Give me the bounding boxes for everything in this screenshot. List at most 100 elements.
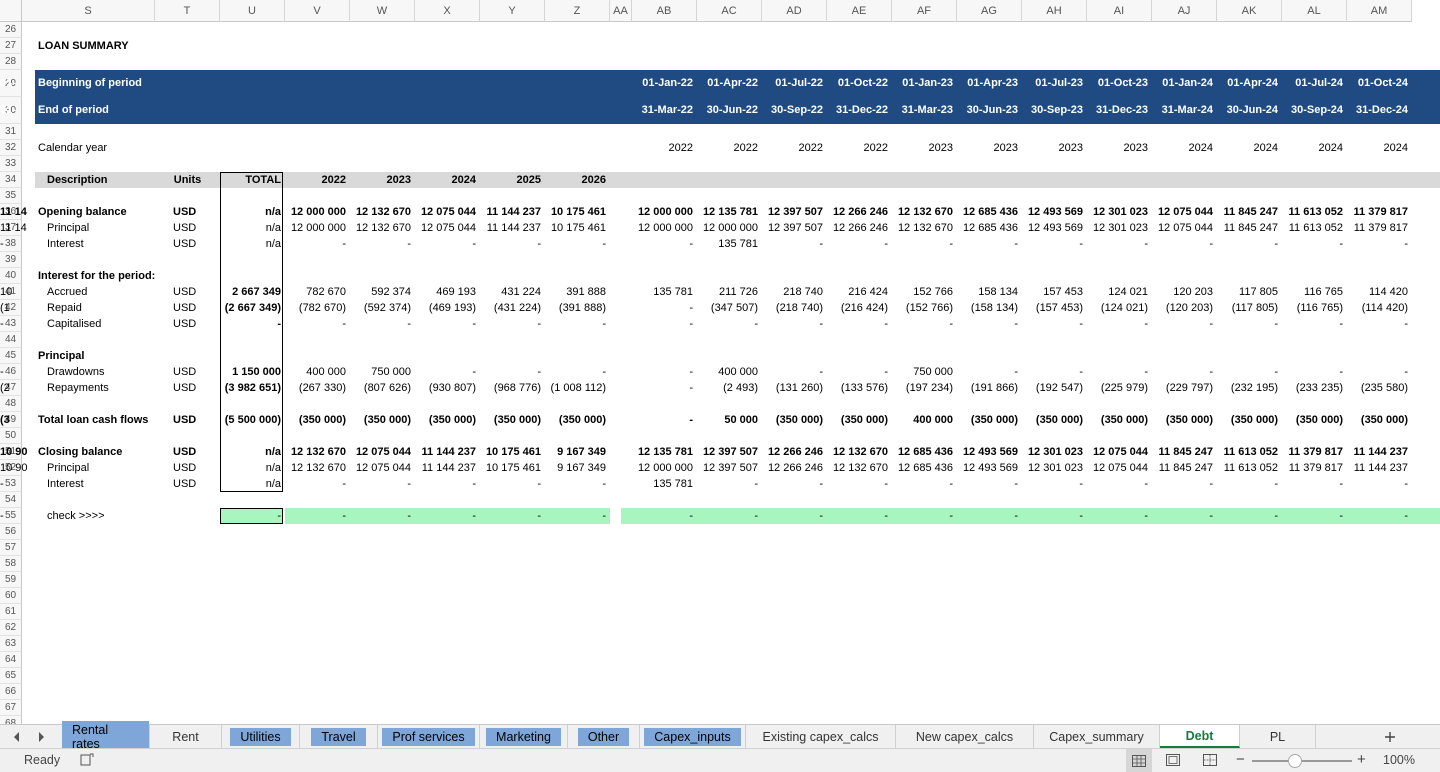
total-column-box [220,172,283,492]
quarter-value-cell: (131 260) [775,382,823,394]
zoom-slider[interactable] [1252,754,1352,768]
quarter-value-cell: 11 613 052 [1223,446,1278,458]
sheet-tabs-bar: Rental rates Rent Utilities Travel Prof serv… [0,720,1440,753]
annual-value-cell: 12 132 670 [290,446,346,458]
row-header-27: 27 [0,38,22,54]
sheet-tab-label: Prof services [382,727,475,746]
quarter-value-cell: 12 266 246 [832,222,888,234]
period-end-date: 30-Sep-24 [1291,104,1343,116]
sheet-tab-capex-inputs[interactable]: Capex_inputs [640,725,746,748]
column-header-ah: AH [1022,0,1087,22]
annual-value-cell: 10 175 461 [550,222,606,234]
sheet-tab-rent[interactable]: Rent [150,725,222,748]
sheet-tab-existing-capex-calcs[interactable]: Existing capex_calcs [746,725,896,748]
row-label: Total loan cash flows [38,414,149,426]
quarter-value-cell: - [819,478,823,490]
quarter-value-cell: 117 805 [1239,286,1278,298]
sheet-tab-new-capex-calcs[interactable]: New capex_calcs [896,725,1034,748]
annual-value-cell: 11 144 237 [421,462,476,474]
check-quarter-value: - [1079,510,1083,522]
column-header-y: Y [480,0,545,22]
column-header-ak: AK [1217,0,1282,22]
check-annual-value: - [537,510,541,522]
quarter-value-cell: (350 000) [1230,414,1278,426]
period-end-date: 30-Jun-23 [966,104,1018,116]
zoom-level[interactable]: 100% [1383,753,1415,767]
quarter-value-cell: 11 845 247 [1223,222,1278,234]
quarter-value-cell: 12 000 000 [637,462,693,474]
column-header-ae: AE [827,0,892,22]
sheet-tab-utilities[interactable]: Utilities [222,725,300,748]
period-begin-date: 01-Jan-23 [902,77,953,89]
sheet-tab-label: Capex_summary [1049,729,1144,744]
annual-value-cell: 592 374 [371,286,411,298]
quarter-value-cell: 12 301 023 [1027,462,1083,474]
row-header-44: 44 [0,332,22,348]
annual-value-cell: - [602,238,606,250]
quarter-value-cell: 12 000 000 [637,206,693,218]
select-all-corner[interactable] [0,0,22,22]
quarter-value-cell: - [1209,478,1213,490]
quarter-value-cell: 12 266 246 [767,446,823,458]
sheet-tab-travel[interactable]: Travel [300,725,378,748]
check-annual-value: - [472,510,476,522]
check-quarter-value: - [1144,510,1148,522]
unit-cell: USD [173,302,197,314]
sheet-tab-capex-summary[interactable]: Capex_summary [1034,725,1160,748]
page-layout-icon[interactable] [1166,754,1180,769]
quarter-value-cell: 135 781 [653,478,693,490]
annual-value-cell: 12 075 044 [420,222,476,234]
row-label: Opening balance [38,206,127,218]
quarter-value-cell: 11 379 817 [1353,222,1408,234]
period-begin-date: 01-Jul-22 [775,77,823,89]
sheet-tab-debt[interactable]: Debt [1160,725,1240,748]
column-header-aj: AJ [1152,0,1217,22]
quarter-value-cell: 12 493 569 [1027,222,1083,234]
sheet-tab-pl[interactable]: PL [1240,725,1316,748]
quarter-value-cell: 10 [0,286,13,298]
annual-value-cell: 9 167 349 [557,462,606,474]
sheet-tab-other[interactable]: Other [568,725,640,748]
row-label: Principal [38,350,85,362]
annual-value-cell: 469 193 [436,286,476,298]
calendar-year-value: 2024 [1253,142,1278,154]
row-header-58: 58 [0,556,22,572]
period-begin-date: 01- [0,77,16,89]
check-total-value: - [277,510,281,522]
quarter-value-cell: 12 075 044 [1092,446,1148,458]
column-header-z: Z [545,0,610,22]
quarter-value-cell: 11 379 817 [1288,462,1343,474]
normal-view-icon[interactable] [1126,749,1152,772]
unit-cell: USD [173,478,197,490]
sheet-tab-rental-rates[interactable]: Rental rates [62,720,150,753]
annual-value-cell: - [537,366,541,378]
accessibility-icon[interactable] [80,753,94,770]
annual-year-header: 2026 [581,174,606,186]
calendar-year-value: 2022 [733,142,758,154]
sheet-tab-marketing[interactable]: Marketing [480,725,568,748]
row-header-65: 65 [0,668,22,684]
spreadsheet-grid[interactable]: S T U V W X Y Z AA AB AC AD AE AF AG AH AI AJ AK AL AM 26 27 2… [0,0,1440,724]
chevron-right-icon[interactable] [30,725,52,748]
add-sheet-plus-icon[interactable] [1380,725,1400,748]
quarter-value-cell: - [689,382,693,394]
column-header-aa: AA [610,0,632,22]
zoom-in-plus-icon[interactable]: + [1357,751,1366,768]
quarter-value-cell: 135 781 [653,286,693,298]
ready-status: Ready [24,753,61,767]
sheet-tab-prof-services[interactable]: Prof services [378,725,480,748]
zoom-out-minus-icon[interactable]: − [1236,751,1245,768]
chevron-left-icon[interactable] [6,725,28,748]
quarter-value-cell: (158 134) [970,302,1018,314]
row-header-56: 56 [0,524,22,540]
calendar-year-value: 2022 [668,142,693,154]
period-end-date: 31-Mar-23 [901,104,953,116]
annual-value-cell: 9 167 349 [557,446,606,458]
annual-value-cell: (350 000) [493,414,541,426]
unit-cell: USD [173,462,197,474]
quarter-value-cell: 157 453 [1043,286,1083,298]
zoom-slider-thumb[interactable] [1288,754,1302,768]
annual-value-cell: 11 144 237 [486,222,541,234]
page-break-icon[interactable] [1203,754,1217,769]
quarter-value-cell: 750 000 [913,366,953,378]
